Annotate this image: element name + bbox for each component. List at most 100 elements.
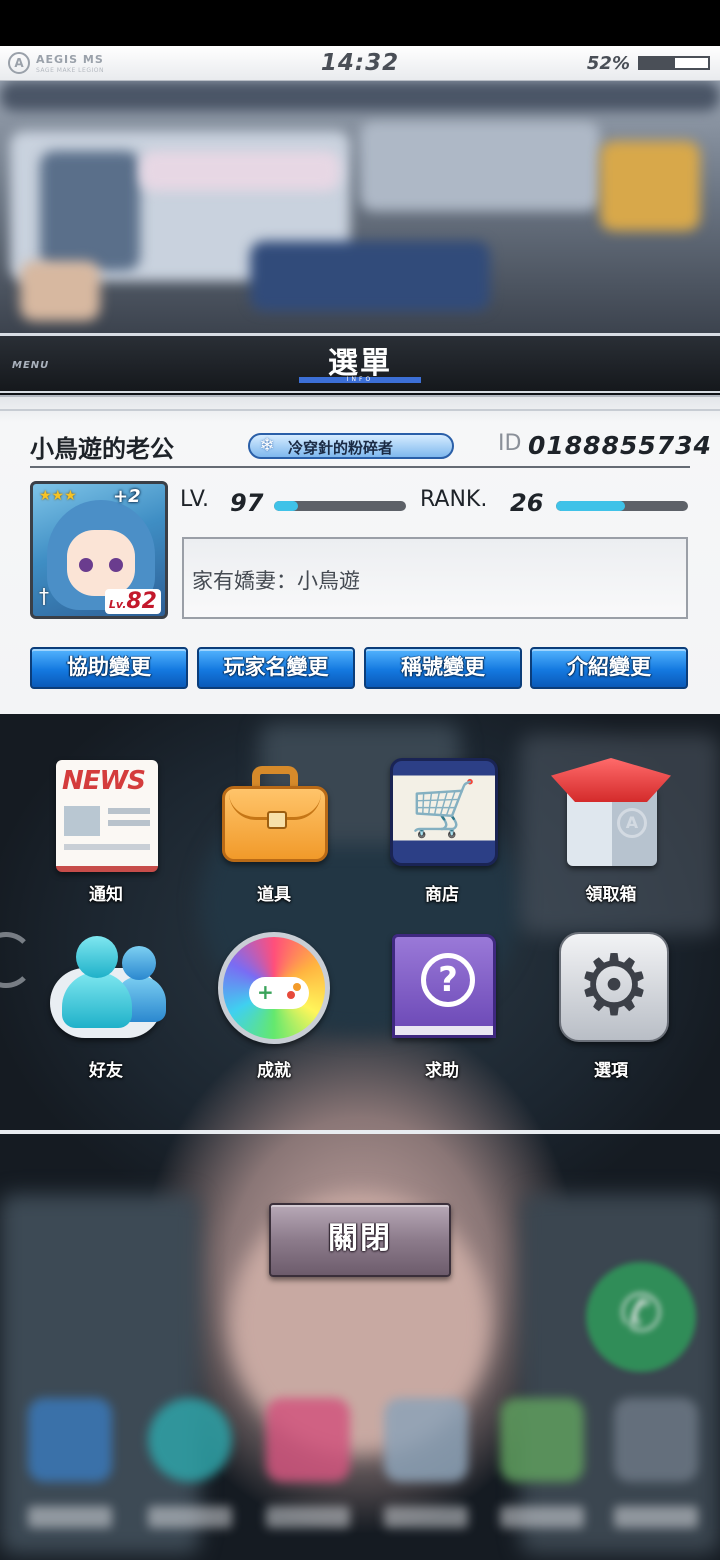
blurred-app-label [614, 1506, 698, 1528]
briefcase-icon [214, 752, 334, 872]
player-name-change-button[interactable]: 玩家名變更 [197, 647, 355, 689]
aegis-emblem-icon: A [617, 808, 647, 838]
menu-item-help[interactable]: ? 求助 [358, 928, 526, 1098]
blurred-app-icon [148, 1398, 232, 1482]
news-line [108, 808, 150, 814]
book-pages [392, 1026, 496, 1038]
shopping-cart-icon: 🛒 [382, 752, 502, 872]
gear-glyph: ⚙ [576, 936, 652, 1034]
rank-label: RANK. [420, 487, 488, 512]
blurred-app-icon [266, 1398, 350, 1482]
phone-icon: ✆ [586, 1262, 696, 1372]
menu-item-label: 道具 [257, 885, 291, 905]
rank-progress-fill [556, 501, 625, 511]
dpad-icon: + [257, 980, 274, 1004]
close-button[interactable]: 關閉 [269, 1203, 451, 1277]
avatar-level-badge: Lv.82 [104, 589, 161, 614]
player-avatar[interactable]: ★★★ +2 † Lv.82 [30, 481, 168, 619]
avatar-level-prefix: Lv. [108, 598, 127, 611]
news-line [108, 820, 150, 826]
blurred-background-top [0, 81, 720, 333]
player-introduction: 家有嬌妻：小鳥遊 [182, 537, 688, 619]
help-book: ? [392, 934, 496, 1038]
top-black-bar [0, 0, 720, 46]
newspaper-shape: NEWS [56, 760, 158, 872]
title-badge-text: 冷穿針的粉碎者 [288, 439, 394, 457]
blurred-app-label [500, 1506, 584, 1528]
intro-change-button[interactable]: 介紹變更 [530, 647, 688, 689]
menu-item-present-box[interactable]: A 領取箱 [527, 752, 695, 922]
friend-head [122, 946, 156, 980]
news-picture [64, 806, 100, 836]
status-bar: A AEGIS MS SAGE MAKE LEGION 14:32 52% [0, 46, 720, 81]
player-name: 小鳥遊的老公 [30, 435, 174, 463]
level-label: LV. [180, 487, 210, 512]
profile-panel: 小鳥遊的老公 ❄ 冷穿針的粉碎者 ID 0188855734 ★★★ +2 † … [0, 395, 720, 714]
menu-item-achievements[interactable]: + 成就 [190, 928, 358, 1098]
cart-glyph: 🛒 [410, 777, 478, 840]
rainbow-ring: + [218, 932, 330, 1044]
menu-item-label: 好友 [89, 1061, 123, 1081]
avatar-face [67, 530, 135, 596]
rank-value: 26 [510, 489, 544, 517]
avatar-eye [79, 558, 93, 572]
help-book-icon: ? [382, 928, 502, 1048]
battery-percent: 52% [586, 53, 630, 74]
blurred-app-icon [28, 1398, 112, 1482]
blurred-app-dock [0, 1398, 720, 1560]
assist-change-button[interactable]: 協助變更 [30, 647, 188, 689]
menu-item-items[interactable]: 道具 [190, 752, 358, 922]
blurred-app-label [384, 1506, 468, 1528]
menu-grid: NEWS 通知 道具 🛒 商店 A 領取箱 好友 + 成就 ? 求助 ⚙ 選項 [0, 714, 720, 1130]
snowflake-icon: ❄ [259, 435, 275, 456]
avatar-plus-level: +2 [113, 486, 141, 507]
blurred-app-icon [500, 1398, 584, 1482]
shop-tile: 🛒 [390, 758, 498, 866]
news-icon-text: NEWS [62, 766, 146, 796]
friends-icon [46, 928, 166, 1048]
profile-button-row: 協助變更 玩家名變更 稱號變更 介紹變更 [30, 647, 690, 689]
gear-icon: ⚙ [551, 928, 671, 1048]
gamepad-icon: + [214, 928, 334, 1048]
menu-item-shop[interactable]: 🛒 商店 [358, 752, 526, 922]
player-id: 0188855734 [528, 431, 712, 460]
blurred-app-label [148, 1506, 232, 1528]
news-line [64, 844, 150, 850]
sword-icon: † [39, 584, 49, 608]
menu-item-label: 領取箱 [585, 885, 637, 905]
avatar-eye [109, 558, 123, 572]
title-change-button[interactable]: 稱號變更 [364, 647, 522, 689]
id-label: ID [498, 431, 522, 456]
gamepad-buttons [293, 983, 301, 991]
menu-sub-label: INFO [346, 376, 374, 383]
menu-header: MENU 選單 INFO [0, 333, 720, 393]
title-badge: ❄ 冷穿針的粉碎者 [248, 433, 454, 459]
level-progress-bar [274, 501, 406, 511]
menu-item-notices[interactable]: NEWS 通知 [22, 752, 190, 922]
panel-divider [0, 409, 720, 411]
menu-item-label: 商店 [425, 885, 459, 905]
bottom-divider [0, 1130, 720, 1134]
friend-head [76, 936, 118, 978]
menu-item-label: 通知 [89, 885, 123, 905]
blurred-app-label [266, 1506, 350, 1528]
level-progress-fill [274, 501, 298, 511]
name-underline [30, 466, 690, 468]
question-mark-icon: ? [421, 953, 475, 1007]
menu-item-label: 成就 [257, 1061, 291, 1081]
gift-box-icon: A [551, 752, 671, 872]
menu-item-label: 求助 [425, 1061, 459, 1081]
briefcase-lock [267, 811, 287, 829]
menu-item-options[interactable]: ⚙ 選項 [527, 928, 695, 1098]
briefcase-body [222, 786, 328, 862]
rarity-stars-icon: ★★★ [39, 488, 77, 504]
news-icon: NEWS [46, 752, 166, 872]
battery-fill [640, 58, 676, 68]
blurred-app-label [28, 1506, 112, 1528]
menu-item-friends[interactable]: 好友 [22, 928, 190, 1098]
gamepad-shape: + [249, 977, 309, 1009]
level-value: 97 [230, 489, 264, 517]
blurred-app-icon [614, 1398, 698, 1482]
intro-text: 家有嬌妻：小鳥遊 [192, 569, 360, 593]
rank-progress-bar [556, 501, 688, 511]
